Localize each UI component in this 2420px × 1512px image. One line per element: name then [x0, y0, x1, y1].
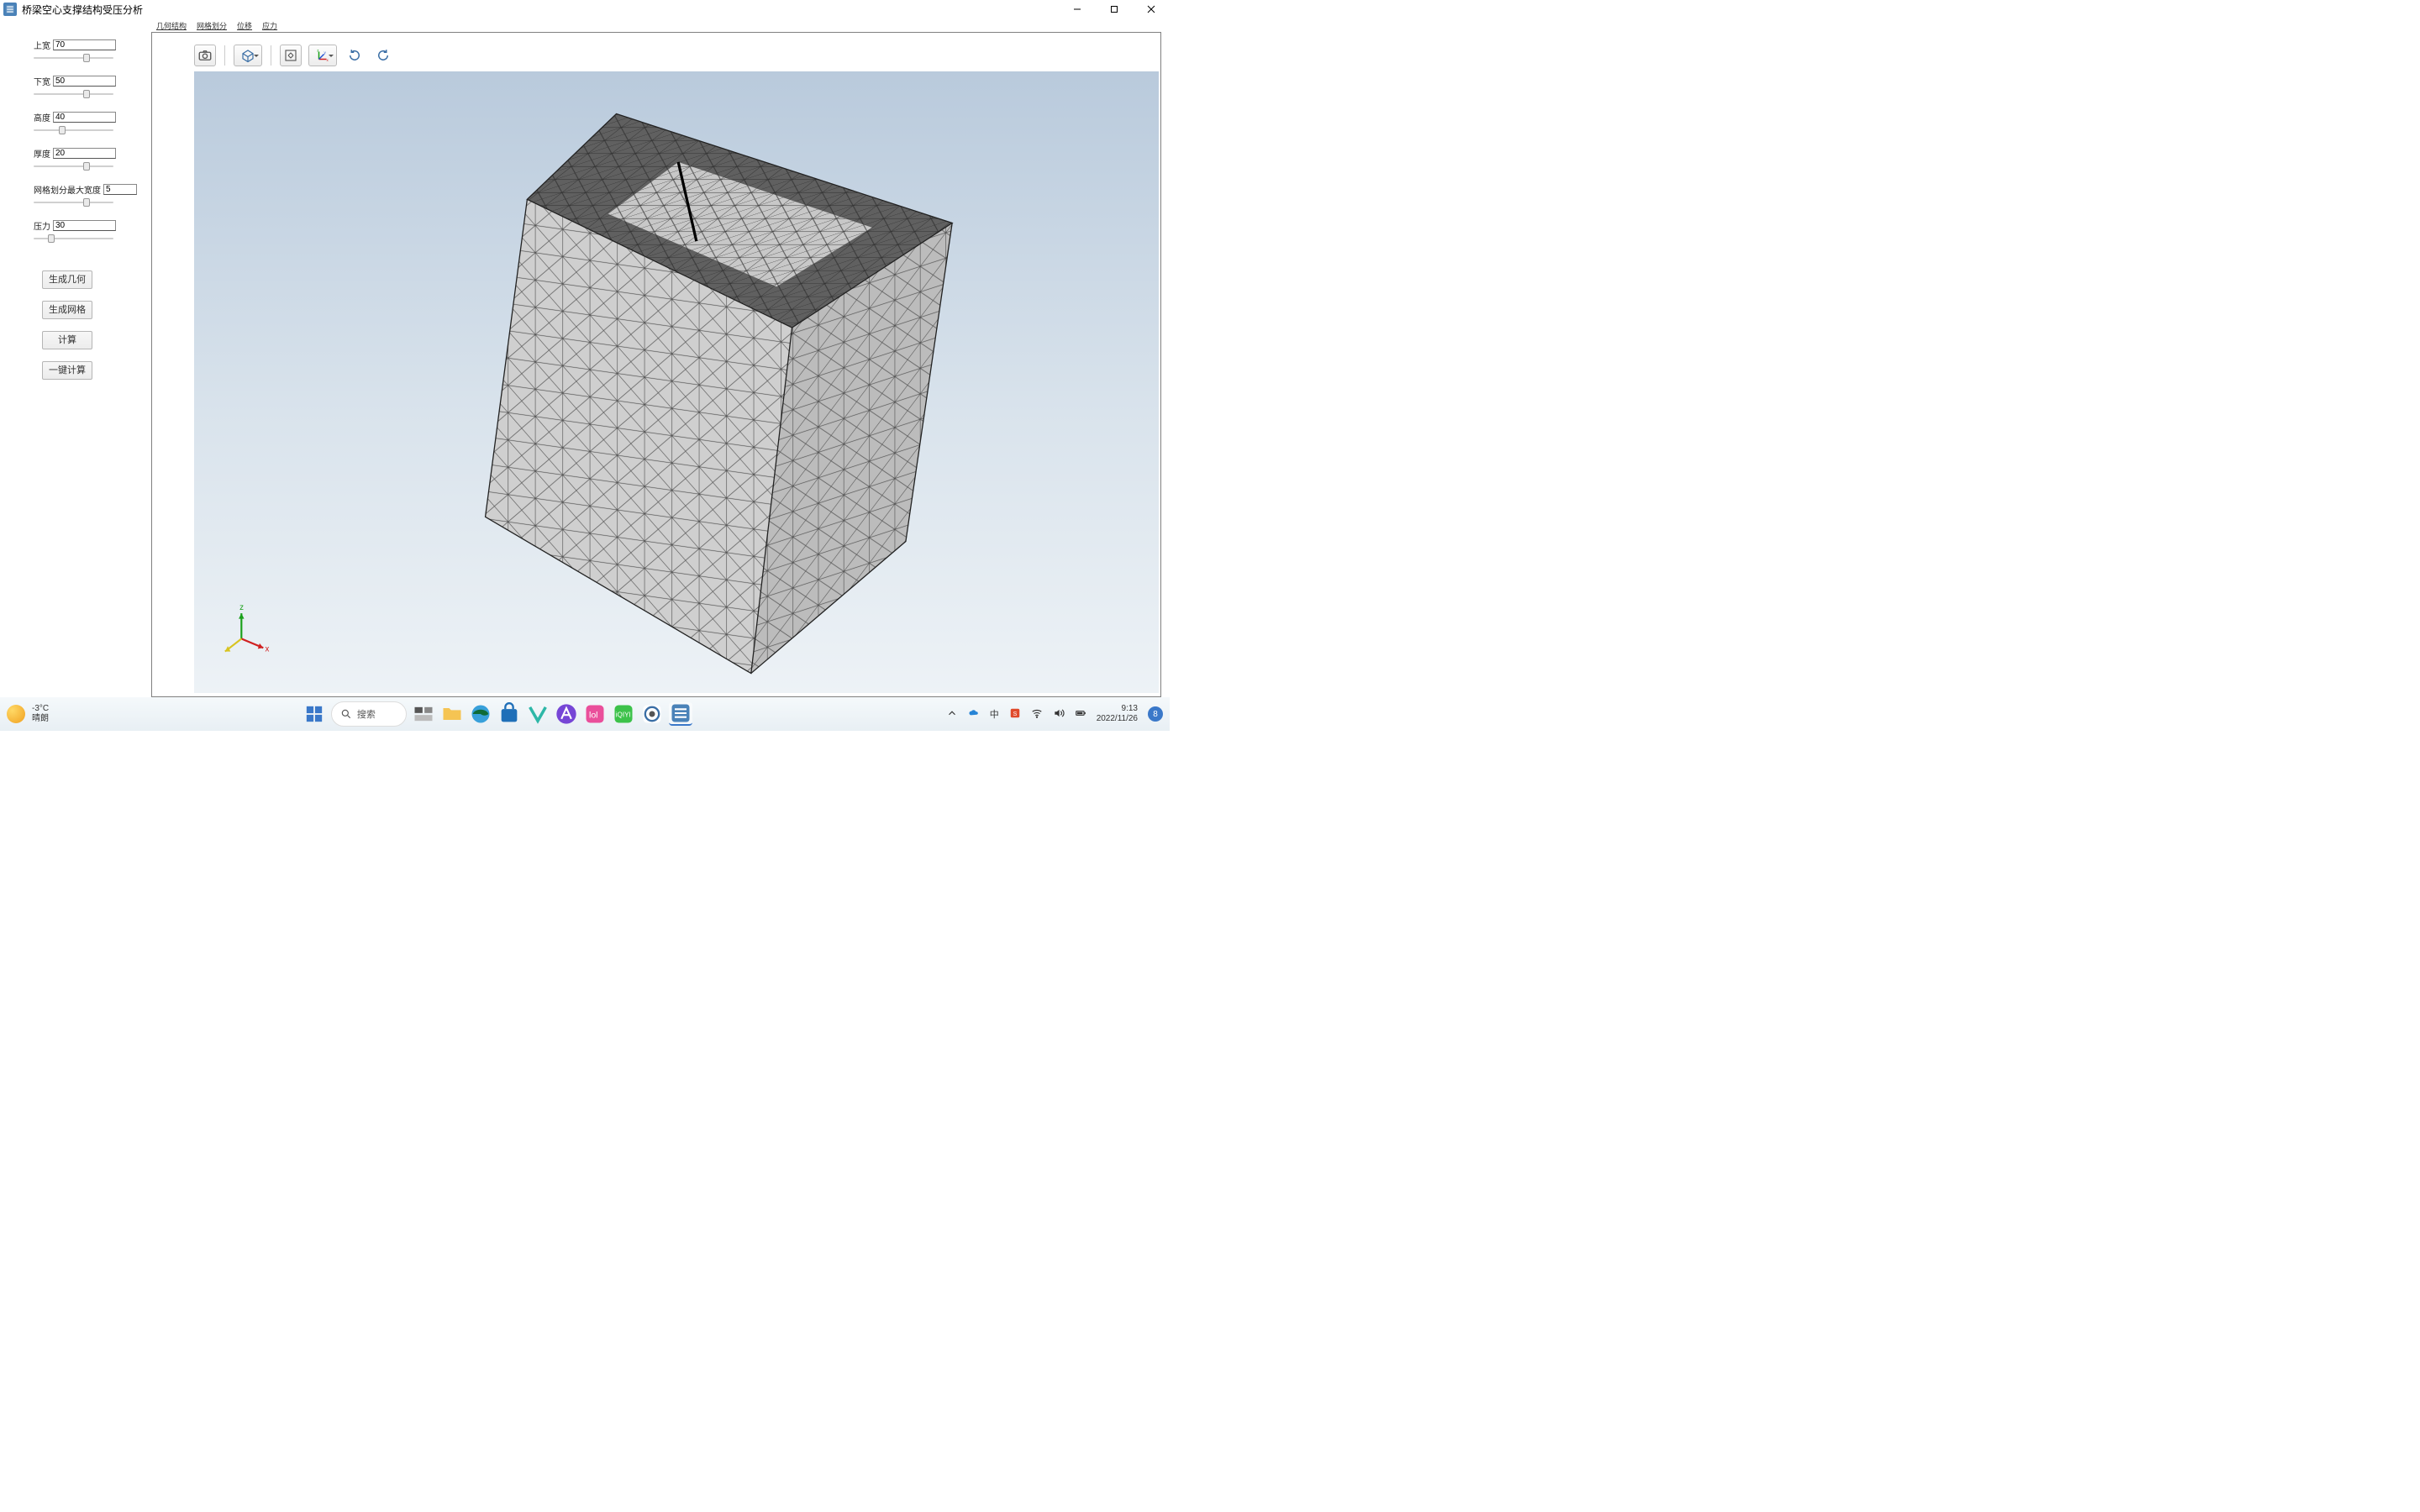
clock-date: 2022/11/26	[1097, 714, 1138, 724]
taskbar: -3°C 晴朗 搜索 lol iQIYI 中 S 9:13 2022/11	[0, 697, 1170, 731]
taskbar-search[interactable]: 搜索	[331, 701, 407, 727]
task-view-icon[interactable]	[412, 702, 435, 726]
weather-widget[interactable]: -3°C 晴朗	[32, 704, 49, 724]
clock-time: 9:13	[1097, 704, 1138, 714]
generate-geometry-button[interactable]: 生成几何	[42, 270, 92, 289]
weather-desc: 晴朗	[32, 714, 49, 724]
mesh-max-input[interactable]	[103, 184, 137, 195]
mesh-max-slider[interactable]	[34, 197, 113, 207]
svg-text:y: y	[324, 50, 327, 55]
viewport-3d[interactable]: z x	[194, 71, 1159, 693]
battery-icon[interactable]	[1075, 707, 1086, 722]
notification-badge[interactable]: 8	[1148, 706, 1163, 722]
tray-chevron-icon[interactable]	[946, 707, 958, 722]
height-label: 高度	[34, 111, 50, 123]
svg-text:S: S	[1013, 711, 1017, 717]
minimize-button[interactable]	[1059, 0, 1096, 18]
svg-text:iQIYI: iQIYI	[616, 711, 631, 719]
compute-button[interactable]: 计算	[42, 331, 92, 349]
height-input[interactable]	[53, 112, 116, 123]
upper-width-slider[interactable]	[34, 53, 113, 63]
height-slider[interactable]	[34, 125, 113, 135]
pressure-slider[interactable]	[34, 234, 113, 244]
weather-icon[interactable]	[7, 705, 25, 723]
lower-width-input[interactable]	[53, 76, 116, 87]
svg-text:z: z	[239, 603, 244, 612]
thickness-slider[interactable]	[34, 161, 113, 171]
tab-mesh[interactable]: 网格划分	[197, 20, 227, 32]
thickness-label: 厚度	[34, 147, 50, 160]
view-frame: zxy	[151, 32, 1161, 697]
search-placeholder: 搜索	[357, 707, 376, 721]
generate-mesh-button[interactable]: 生成网格	[42, 301, 92, 319]
svg-text:x: x	[327, 58, 329, 62]
fit-view-button[interactable]	[280, 45, 302, 66]
file-explorer-icon[interactable]	[440, 702, 464, 726]
axis-triad-icon: z x	[225, 603, 270, 654]
weather-temp: -3°C	[32, 704, 49, 714]
lower-width-slider[interactable]	[34, 89, 113, 99]
app-icon-pink[interactable]: lol	[583, 702, 607, 726]
view-tabs: 几何结构 网格划分 位移 应力	[151, 18, 1161, 32]
parameter-panel: 上宽 下宽 高度 厚度	[0, 18, 151, 697]
screenshot-button[interactable]	[194, 45, 216, 66]
mesh-max-label: 网格划分最大宽度	[34, 183, 101, 196]
ime-indicator[interactable]: 中	[990, 707, 999, 721]
tab-geometry[interactable]: 几何结构	[156, 20, 187, 32]
thickness-input[interactable]	[53, 148, 116, 159]
pressure-label: 压力	[34, 219, 50, 232]
app-icon-v[interactable]	[526, 702, 550, 726]
close-button[interactable]	[1133, 0, 1170, 18]
app-icon	[3, 3, 17, 16]
upper-width-label: 上宽	[34, 39, 50, 51]
tab-stress[interactable]: 应力	[262, 20, 277, 32]
app-icon-swirl[interactable]	[640, 702, 664, 726]
view-cube-button[interactable]	[234, 45, 262, 66]
store-icon[interactable]	[497, 702, 521, 726]
window-title: 桥梁空心支撑结构受压分析	[22, 3, 143, 17]
maximize-button[interactable]	[1096, 0, 1133, 18]
onedrive-icon[interactable]	[968, 707, 980, 722]
app-icon-a[interactable]	[555, 702, 578, 726]
one-click-compute-button[interactable]: 一键计算	[42, 361, 92, 380]
rotate-cw-button[interactable]	[372, 45, 394, 66]
edge-icon[interactable]	[469, 702, 492, 726]
lower-width-label: 下宽	[34, 75, 50, 87]
view-toolbar: zxy	[194, 41, 394, 70]
start-button[interactable]	[302, 702, 326, 726]
title-bar: 桥梁空心支撑结构受压分析	[0, 0, 1170, 18]
current-app-icon[interactable]	[669, 702, 692, 726]
axis-orientation-button[interactable]: zxy	[308, 45, 337, 66]
iqiyi-icon[interactable]: iQIYI	[612, 702, 635, 726]
rotate-ccw-button[interactable]	[344, 45, 366, 66]
volume-icon[interactable]	[1053, 707, 1065, 722]
svg-text:lol: lol	[589, 711, 598, 721]
svg-text:x: x	[265, 645, 269, 654]
tab-displacement[interactable]: 位移	[237, 20, 252, 32]
upper-width-input[interactable]	[53, 39, 116, 50]
clock[interactable]: 9:13 2022/11/26	[1097, 704, 1138, 724]
sogou-ime-icon[interactable]: S	[1009, 707, 1021, 722]
wifi-icon[interactable]	[1031, 707, 1043, 722]
pressure-input[interactable]	[53, 220, 116, 231]
